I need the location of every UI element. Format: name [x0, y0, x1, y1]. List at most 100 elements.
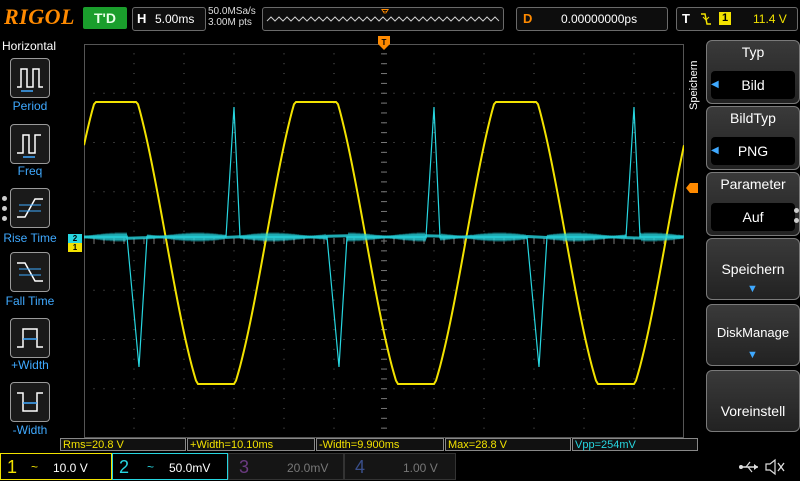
grid-dot	[663, 388, 665, 390]
grid-dot	[233, 181, 235, 183]
grid-dot	[633, 53, 635, 55]
grid-dot	[633, 289, 635, 291]
grid-dot	[283, 112, 285, 114]
horizontal-scale-box[interactable]: H 5.00ms	[132, 7, 206, 31]
grid-dot	[203, 339, 205, 340]
trigger-box[interactable]: T 1 11.4 V	[676, 7, 798, 31]
grid-dot	[163, 191, 165, 193]
falling-edge-icon	[701, 13, 711, 25]
measurement-max[interactable]: Max=28.8 V	[445, 438, 571, 451]
grid-dot	[233, 142, 235, 143]
grid-dot	[593, 388, 595, 390]
bildtyp-selector[interactable]: BildTyp PNG ◀	[706, 106, 800, 170]
grid-dot	[263, 191, 265, 193]
channel-1-offset-marker[interactable]: 1	[68, 243, 82, 252]
grid-dot	[333, 407, 335, 409]
grid-dot	[163, 142, 165, 143]
grid-dot	[263, 388, 265, 390]
channel-bar: 1 ~ 10.0 V 2 ~ 50.0mV 3 20.0mV 4 1.00 V	[0, 453, 800, 480]
grid-dot	[333, 122, 335, 124]
channel-4-box[interactable]: 4 1.00 V	[344, 453, 456, 480]
period-button[interactable]	[10, 58, 50, 98]
measurement-vpp[interactable]: Vpp=254mV	[572, 438, 698, 451]
grid-dot	[133, 398, 135, 400]
grid-dot	[233, 230, 235, 232]
grid-dot	[623, 92, 625, 94]
grid-dot	[333, 378, 335, 380]
channel-2-box[interactable]: 2 ~ 50.0mV	[112, 453, 228, 480]
grid-dot	[153, 339, 155, 340]
grid-dot	[183, 82, 185, 84]
freq-button[interactable]	[10, 124, 50, 164]
grid-dot	[433, 201, 435, 203]
grid-dot	[313, 191, 315, 193]
grid-dot	[303, 289, 305, 291]
grid-dot	[233, 92, 235, 94]
grid-dot	[93, 191, 95, 193]
rise-time-button[interactable]	[10, 188, 50, 228]
svg-text:T: T	[383, 10, 388, 17]
grid-dot	[373, 191, 375, 193]
grid-dot	[653, 289, 655, 291]
measurement-positive-width[interactable]: +Width=10.10ms	[187, 438, 315, 451]
grid-dot	[113, 289, 115, 291]
delay-box[interactable]: D 0.00000000ps	[516, 7, 668, 31]
channel-3-scale: 20.0mV	[287, 461, 329, 475]
grid-dot	[483, 73, 485, 75]
grid-dot	[103, 92, 105, 94]
grid-dot	[653, 191, 655, 193]
grid-dot	[213, 339, 215, 340]
parameter-value: Auf	[711, 203, 795, 231]
speichern-button[interactable]: Speichern ▼	[706, 238, 800, 300]
grid-dot	[673, 388, 675, 390]
grid-dot	[283, 289, 285, 291]
grid-dot	[623, 289, 625, 291]
grid-dot	[533, 82, 535, 84]
diskmanage-button[interactable]: DiskManage ▼	[706, 304, 800, 366]
fall-time-button[interactable]	[10, 252, 50, 292]
grid-dot	[153, 92, 155, 94]
voreinstell-button[interactable]: Voreinstell	[706, 370, 800, 432]
waveform-display[interactable]	[84, 44, 684, 438]
run-status-badge[interactable]: T'D	[83, 7, 127, 29]
channel-2-offset-marker[interactable]: 2	[68, 234, 82, 243]
rise-time-label: Rise Time	[3, 231, 57, 245]
memory-overview-bar[interactable]: T	[262, 7, 504, 31]
grid-dot	[553, 289, 555, 291]
down-arrow-icon: ▼	[747, 349, 758, 361]
trigger-position-marker[interactable]: T	[378, 36, 390, 56]
grid-dot	[283, 339, 285, 340]
grid-dot	[533, 250, 535, 252]
grid-dot	[163, 92, 165, 94]
grid-dot	[193, 191, 195, 193]
grid-dot	[283, 151, 285, 153]
grid-dot	[483, 260, 485, 262]
channel-3-box[interactable]: 3 20.0mV	[228, 453, 344, 480]
grid-dot	[113, 92, 115, 94]
grid-dot	[313, 339, 315, 340]
grid-dot	[523, 388, 525, 390]
channel-1-box[interactable]: 1 ~ 10.0 V	[0, 453, 112, 480]
positive-width-button[interactable]	[10, 318, 50, 358]
grid-dot	[363, 142, 365, 143]
measurement-rms[interactable]: Rms=20.8 V	[60, 438, 186, 451]
grid-dot	[323, 142, 325, 143]
grid-dot	[633, 329, 635, 331]
measurement-negative-width[interactable]: -Width=9.900ms	[316, 438, 444, 451]
grid-dot	[183, 398, 185, 400]
grid-dot	[283, 201, 285, 203]
down-arrow-icon: ▼	[747, 283, 758, 295]
grid-dot	[583, 339, 585, 340]
negative-width-button[interactable]	[10, 382, 50, 422]
speaker-muted-icon[interactable]	[764, 458, 786, 476]
grid-dot	[623, 142, 625, 143]
grid-dot	[133, 82, 135, 84]
parameter-selector[interactable]: Parameter Auf	[706, 172, 800, 236]
grid-dot	[433, 339, 435, 340]
grid-dot	[423, 142, 425, 143]
grid-dot	[663, 92, 665, 94]
typ-selector[interactable]: Typ Bild ◀	[706, 40, 800, 104]
grid-dot	[483, 210, 485, 212]
grid-dot	[563, 339, 565, 340]
grid-dot	[333, 358, 335, 360]
